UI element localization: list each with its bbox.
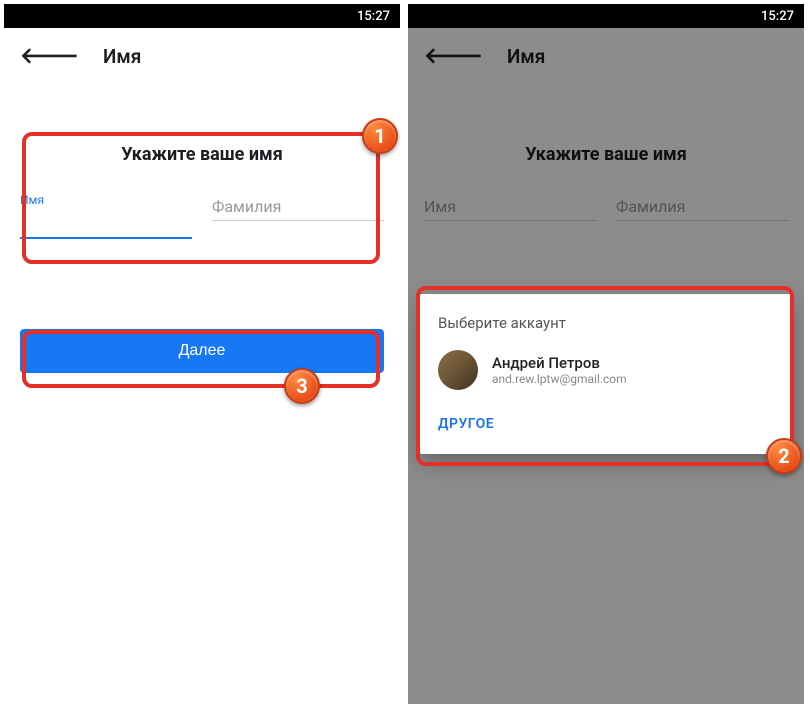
last-name-field[interactable]: Фамилия (212, 193, 384, 239)
app-bar: 🡐 Имя (408, 28, 804, 84)
callout-badge-2: 2 (766, 438, 802, 474)
account-chooser-modal: Выберите аккаунт Андрей Петров and.rew.l… (420, 294, 792, 454)
first-name-label: Имя (20, 193, 192, 207)
form-heading: Укажите ваше имя (20, 144, 384, 165)
callout-badge-1: 1 (362, 118, 398, 154)
avatar (438, 350, 478, 390)
next-button[interactable]: Далее (20, 329, 384, 373)
back-icon[interactable]: 🡐 (20, 43, 79, 69)
back-icon[interactable]: 🡐 (424, 43, 483, 69)
account-row[interactable]: Андрей Петров and.rew.lptw@gmail.com (438, 350, 774, 390)
phone-left: 15:27 🡐 Имя Укажите ваше имя Имя Фамилия… (4, 4, 400, 704)
phone-right: 15:27 🡐 Имя Укажите ваше имя Имя Фамилия… (408, 4, 804, 704)
modal-title: Выберите аккаунт (438, 314, 774, 332)
page-title: Имя (103, 45, 141, 68)
status-bar: 15:27 (4, 4, 400, 28)
callout-badge-3: 3 (284, 368, 320, 404)
other-account-button[interactable]: ДРУГОЕ (438, 408, 774, 440)
first-name-placeholder: Имя (424, 193, 596, 221)
app-bar: 🡐 Имя (4, 28, 400, 84)
name-fields-row: Имя Фамилия (424, 193, 788, 221)
first-name-field[interactable]: Имя (20, 193, 192, 239)
status-bar: 15:27 (408, 4, 804, 28)
account-email: and.rew.lptw@gmail.com (492, 372, 627, 386)
name-fields-row: Имя Фамилия (20, 193, 384, 239)
content-area: Укажите ваше имя Имя Фамилия (4, 144, 400, 239)
first-name-input[interactable] (20, 211, 192, 239)
account-info: Андрей Петров and.rew.lptw@gmail.com (492, 354, 627, 386)
last-name-placeholder: Фамилия (212, 193, 384, 221)
account-name: Андрей Петров (492, 354, 627, 372)
form-heading: Укажите ваше имя (424, 144, 788, 165)
status-time: 15:27 (761, 9, 794, 24)
content-area: Укажите ваше имя Имя Фамилия (408, 144, 804, 221)
last-name-field[interactable]: Фамилия (616, 193, 788, 221)
page-title: Имя (507, 45, 545, 68)
status-time: 15:27 (357, 9, 390, 24)
first-name-field[interactable]: Имя (424, 193, 596, 221)
last-name-placeholder: Фамилия (616, 193, 788, 221)
